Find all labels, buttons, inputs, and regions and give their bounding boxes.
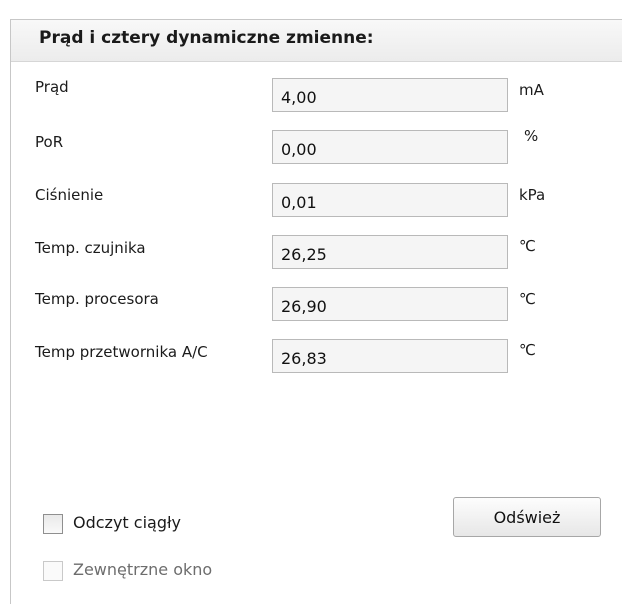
processor-temp-unit: ℃ bbox=[519, 290, 536, 308]
sensor-temp-label: Temp. czujnika bbox=[35, 239, 146, 257]
sensor-temp-unit: ℃ bbox=[519, 237, 536, 255]
pressure-label: Ciśnienie bbox=[35, 186, 104, 204]
current-unit: mA bbox=[519, 81, 544, 99]
adc-temp-unit: ℃ bbox=[519, 341, 536, 359]
refresh-button[interactable]: Odśwież bbox=[453, 497, 601, 537]
external-window-label[interactable]: Zewnętrzne okno bbox=[73, 560, 212, 579]
continuous-read-checkbox[interactable] bbox=[43, 514, 63, 534]
current-label: Prąd bbox=[35, 78, 69, 96]
por-unit: % bbox=[524, 127, 539, 145]
continuous-read-label[interactable]: Odczyt ciągły bbox=[73, 513, 181, 532]
pressure-unit: kPa bbox=[519, 186, 546, 204]
pressure-value-field[interactable]: 0,01 bbox=[272, 183, 508, 217]
adc-temp-value-field[interactable]: 26,83 bbox=[272, 339, 508, 373]
por-value-field[interactable]: 0,00 bbox=[272, 130, 508, 164]
panel-header: Prąd i cztery dynamiczne zmienne: bbox=[11, 20, 622, 62]
por-label: PoR bbox=[35, 133, 64, 151]
dynamic-variables-panel: Prąd i cztery dynamiczne zmienne: Prąd 4… bbox=[10, 19, 622, 604]
external-window-checkbox[interactable] bbox=[43, 561, 63, 581]
panel-title: Prąd i cztery dynamiczne zmienne: bbox=[39, 28, 374, 48]
current-value-field[interactable]: 4,00 bbox=[272, 78, 508, 112]
sensor-temp-value-field[interactable]: 26,25 bbox=[272, 235, 508, 269]
processor-temp-label: Temp. procesora bbox=[35, 290, 159, 308]
processor-temp-value-field[interactable]: 26,90 bbox=[272, 287, 508, 321]
adc-temp-label: Temp przetwornika A/C bbox=[35, 343, 208, 361]
